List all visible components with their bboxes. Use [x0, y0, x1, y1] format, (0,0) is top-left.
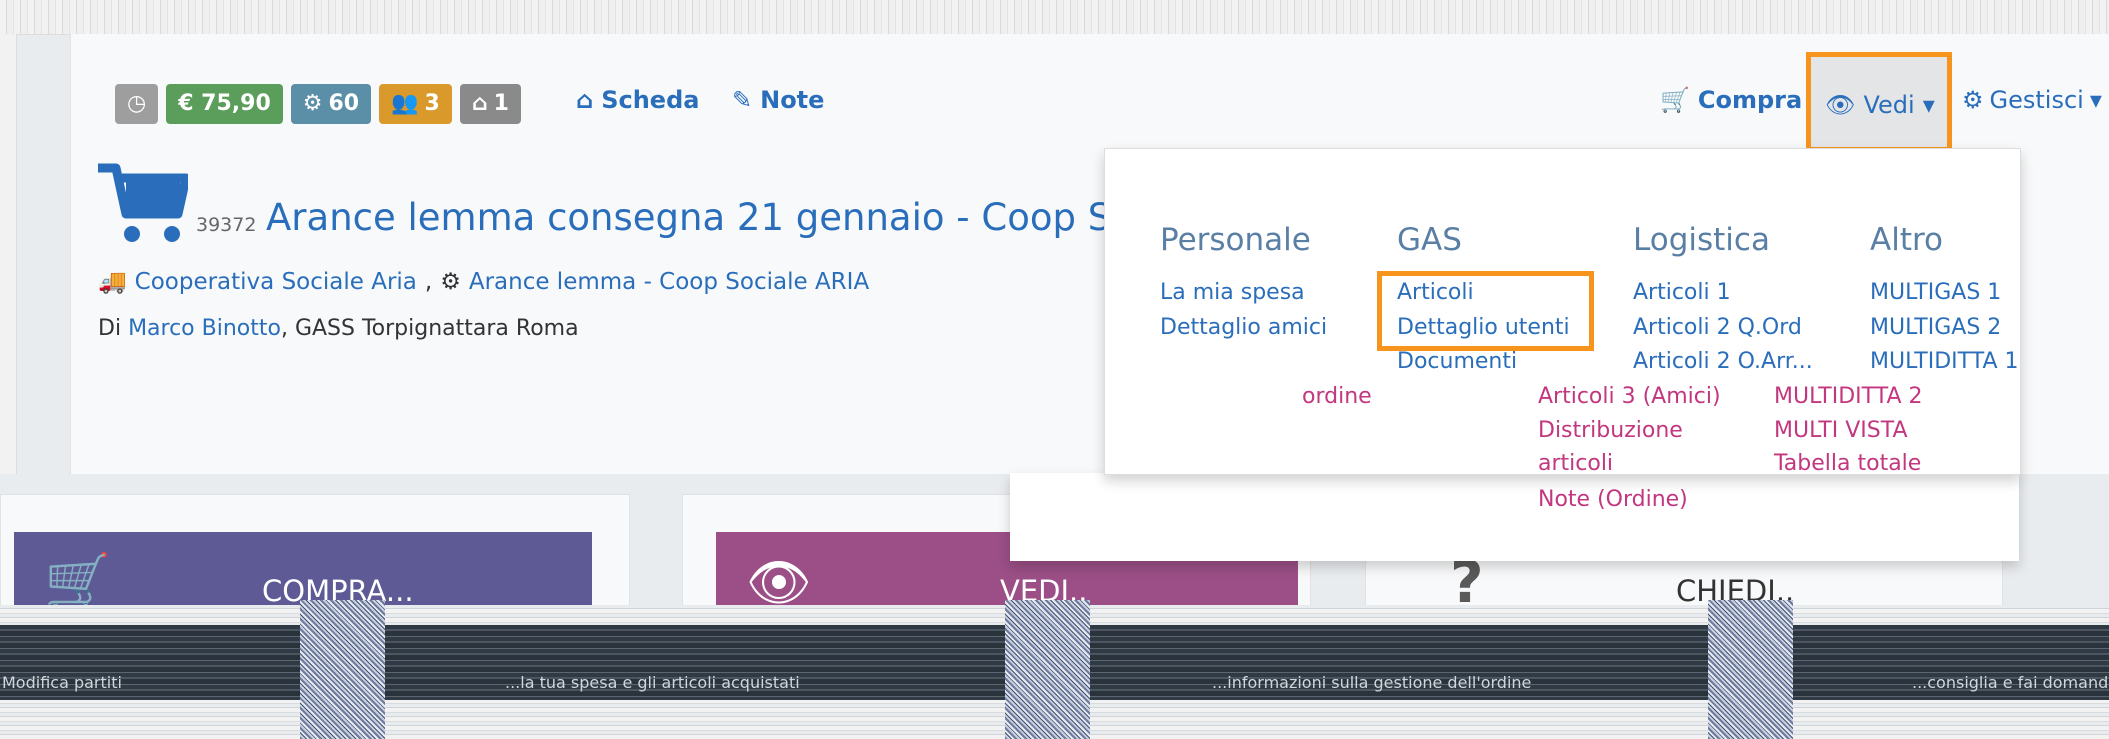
- glitch-block: [300, 600, 385, 739]
- menu-item-la-mia-spesa[interactable]: La mia spesa: [1160, 280, 1305, 305]
- menu-item-dettaglio-amici[interactable]: Dettaglio amici: [1160, 315, 1327, 340]
- scheda-link[interactable]: ⌂ Scheda: [576, 86, 699, 114]
- cart-icon: [96, 162, 191, 248]
- cubes-icon: ⚙: [440, 268, 461, 295]
- menu-item-articoli-1[interactable]: Articoli 1: [1633, 280, 1731, 305]
- menu-item-ordine[interactable]: ordine: [1302, 384, 1372, 409]
- users-badge[interactable]: 👥 3: [379, 84, 452, 124]
- pencil-icon: ✎: [732, 86, 753, 114]
- supplier-line: 🚚 Cooperativa Sociale Aria , ⚙ Arance le…: [98, 268, 870, 296]
- badge-row: ◷ € 75,90 ⚙ 60 👥 3 ⌂ 1: [115, 84, 521, 124]
- cubes-icon: ⚙: [302, 91, 323, 116]
- gestisci-dropdown-toggle[interactable]: ⚙ Gestisci ▾: [1962, 86, 2102, 114]
- dropdown-heading: GAS: [1397, 222, 1462, 258]
- articles-badge[interactable]: ⚙ 60: [290, 84, 372, 124]
- author-link[interactable]: Marco Binotto: [128, 316, 281, 341]
- tile-caption: ...informazioni sulla gestione dell'ordi…: [1212, 673, 1532, 692]
- caret-down-icon: ▾: [1922, 91, 1935, 119]
- home-badge[interactable]: ⌂ 1: [459, 84, 521, 124]
- menu-item-tabella-totale[interactable]: Tabella totale: [1774, 451, 1921, 476]
- home-icon: ⌂: [576, 86, 594, 114]
- truck-icon: 🚚: [98, 269, 127, 295]
- tile-compra[interactable]: COMPRA... 🛒: [14, 532, 592, 613]
- caret-down-icon: ▾: [2089, 86, 2102, 114]
- author-line: Di Marco Binotto, GASS Torpignattara Rom…: [98, 316, 579, 341]
- gear-icon: ⚙: [1962, 86, 1984, 114]
- glitch-block: [1005, 600, 1090, 739]
- menu-item-distribuzione[interactable]: Distribuzione: [1538, 418, 1683, 443]
- menu-item-multiditta-2[interactable]: MULTIDITTA 2: [1774, 384, 1923, 409]
- tile-caption: Modifica partiti: [2, 673, 122, 692]
- product-link[interactable]: Arance lemma - Coop Sociale ARIA: [469, 269, 869, 295]
- menu-item-articoli-3-amici[interactable]: Articoli 3 (Amici): [1538, 384, 1721, 409]
- menu-item-articoli-2-qord[interactable]: Articoli 2 Q.Ord: [1633, 315, 1802, 340]
- menu-item-documenti[interactable]: Documenti: [1397, 349, 1517, 374]
- vedi-link[interactable]: 👁 Vedi ▾: [1825, 91, 1935, 119]
- menu-item-multiditta-1[interactable]: MULTIDITTA 1: [1870, 349, 2019, 374]
- users-icon: 👥: [391, 91, 419, 116]
- supplier-link[interactable]: Cooperativa Sociale Aria: [135, 269, 417, 295]
- left-gutter: [0, 34, 17, 474]
- eye-icon: 👁: [1825, 91, 1856, 119]
- top-strip: [0, 0, 2109, 35]
- cart-icon: 🛒: [1660, 86, 1690, 114]
- total-badge[interactable]: € 75,90: [166, 84, 283, 124]
- menu-item-multi-vista[interactable]: MULTI VISTA: [1774, 418, 1908, 443]
- highlight-box: [1377, 271, 1594, 351]
- glitch-block: [1708, 600, 1793, 739]
- vedi-dropdown-tail: [1010, 473, 2019, 561]
- note-link[interactable]: ✎ Note: [732, 86, 824, 114]
- order-title[interactable]: Arance lemma consegna 21 gennaio - Coop …: [266, 196, 1106, 239]
- eye-icon: 👁: [746, 553, 813, 613]
- dropdown-heading: Logistica: [1633, 222, 1770, 258]
- menu-item-note-ordine[interactable]: Note (Ordine): [1538, 487, 1688, 512]
- dropdown-heading: Altro: [1870, 222, 1944, 258]
- compra-link[interactable]: 🛒 Compra: [1660, 86, 1802, 114]
- clock-icon: ◷: [127, 91, 147, 116]
- menu-item-articoli-2-oarr[interactable]: Articoli 2 O.Arr...: [1633, 349, 1813, 374]
- timer-badge[interactable]: ◷: [115, 84, 159, 124]
- vedi-dropdown-toggle[interactable]: 👁 Vedi ▾: [1806, 52, 1952, 152]
- menu-item-distribuzione-articoli[interactable]: articoli: [1538, 451, 1613, 476]
- tile-caption: ...la tua spesa e gli articoli acquistat…: [505, 673, 800, 692]
- tile-caption: ...consiglia e fai domande: [1912, 673, 2109, 692]
- menu-item-multigas-2[interactable]: MULTIGAS 2: [1870, 315, 2001, 340]
- menu-item-multigas-1[interactable]: MULTIGAS 1: [1870, 280, 2001, 305]
- dropdown-heading: Personale: [1160, 222, 1311, 258]
- home-icon: ⌂: [471, 91, 488, 116]
- order-id: 39372: [196, 214, 257, 236]
